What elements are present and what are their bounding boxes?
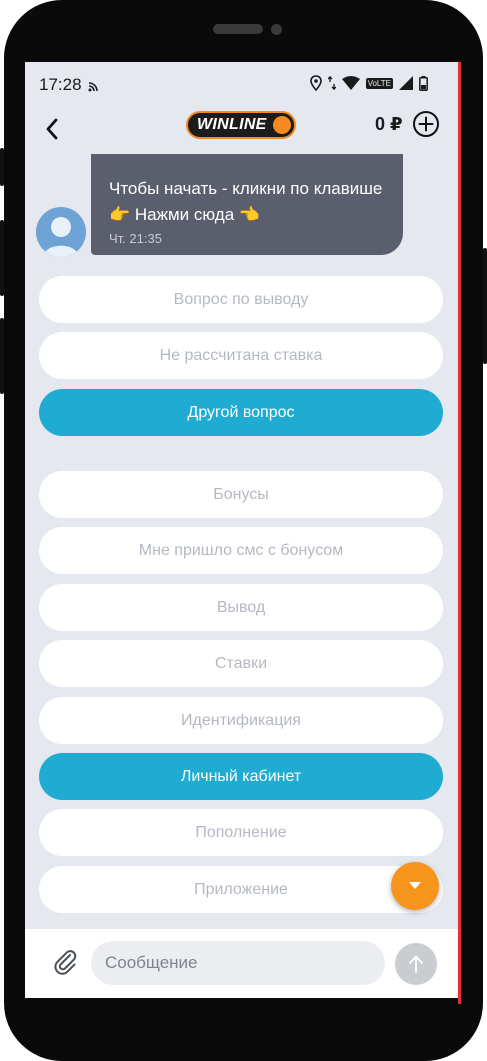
option-app[interactable]: Приложение [39, 866, 443, 913]
volume-button [0, 318, 4, 394]
user-silhouette-icon [43, 217, 79, 257]
support-avatar [36, 207, 86, 257]
chat-area: Чтобы начать - кликни по клавише 👉 Нажми… [25, 154, 458, 928]
message-text: Чтобы начать - кликни по клавише 👉 Нажми… [109, 179, 383, 224]
back-arrow-icon [46, 118, 58, 140]
logo-text: WINLINE [197, 116, 267, 133]
status-time: 17:28 [39, 75, 82, 94]
option-withdrawal-question[interactable]: Вопрос по выводу [39, 276, 443, 323]
scroll-down-button[interactable] [391, 862, 439, 910]
balance[interactable]: 0 ₽ [375, 114, 403, 135]
screen-edge-highlight [458, 62, 461, 1004]
battery-icon [419, 75, 428, 91]
option-withdrawal[interactable]: Вывод [39, 584, 443, 631]
message-bubble: Чтобы начать - кликни по клавише 👉 Нажми… [91, 154, 403, 255]
data-arrows-icon [327, 76, 336, 90]
option-personal-account[interactable]: Личный кабинет [39, 753, 443, 800]
send-button[interactable] [395, 943, 437, 985]
chevron-down-icon [409, 882, 421, 889]
wifi-icon [341, 76, 360, 90]
app-header: WINLINE 0 ₽ [25, 108, 458, 154]
attach-button[interactable] [51, 947, 81, 977]
option-bonuses[interactable]: Бонусы [39, 471, 443, 518]
status-bar: 17:28 VoLTE [25, 62, 458, 108]
volte-icon: VoLTE [365, 77, 393, 89]
signal-icon [399, 76, 413, 90]
option-identification[interactable]: Идентификация [39, 697, 443, 744]
option-bet-not-settled[interactable]: Не рассчитана ставка [39, 332, 443, 379]
cast-icon [88, 82, 98, 92]
volume-button [0, 220, 4, 296]
option-bets[interactable]: Ставки [39, 640, 443, 687]
status-icons: VoLTE [309, 75, 428, 91]
location-icon [309, 75, 322, 91]
front-camera [271, 24, 282, 35]
message-input[interactable] [91, 941, 385, 985]
add-circle-icon [413, 111, 439, 137]
option-bonus-sms[interactable]: Мне пришло смс с бонусом [39, 527, 443, 574]
phone-screen: 17:28 VoLTE WINLINE 0 ₽ Чтобы начать - к… [25, 62, 458, 998]
message-time: Чт. 21:35 [109, 231, 162, 246]
logo-dot [273, 116, 291, 134]
option-deposit[interactable]: Пополнение [39, 809, 443, 856]
message-composer [25, 928, 458, 998]
speaker-grille [213, 24, 263, 34]
paperclip-icon [54, 950, 77, 975]
power-button [483, 248, 487, 364]
option-other-question[interactable]: Другой вопрос [39, 389, 443, 436]
winline-logo[interactable]: WINLINE [186, 111, 296, 139]
back-button[interactable] [37, 114, 67, 144]
send-arrow-icon [409, 955, 423, 973]
deposit-button[interactable] [412, 110, 440, 138]
side-button [0, 148, 4, 186]
